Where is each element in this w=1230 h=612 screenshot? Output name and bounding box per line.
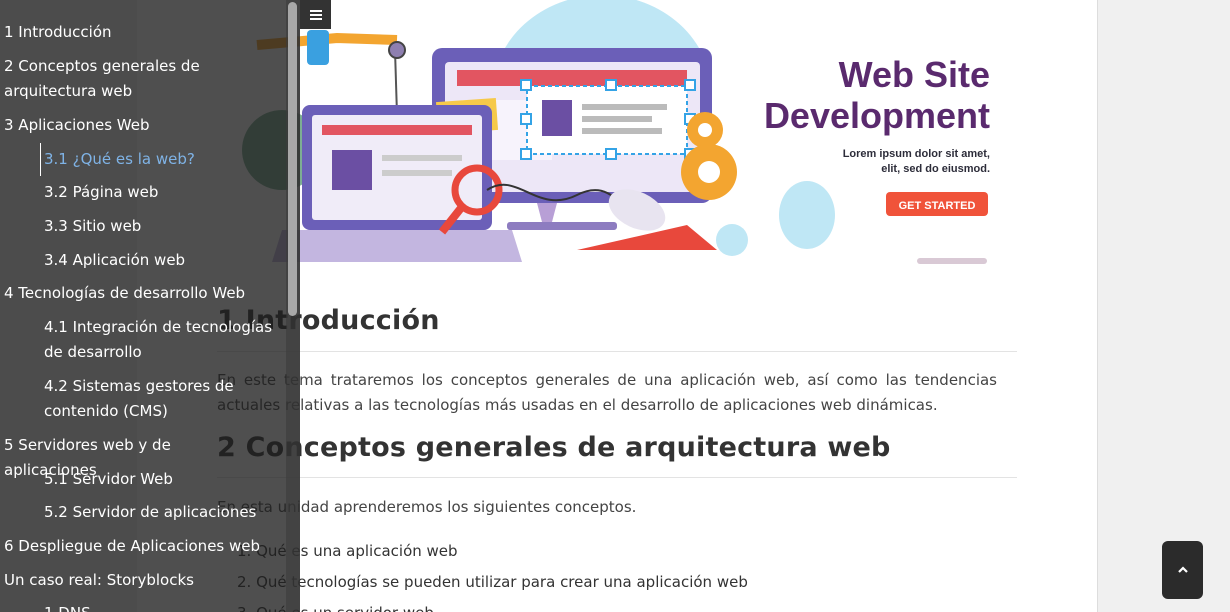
toc-item-servidor-aplicaciones[interactable]: 5.2 Servidor de aplicaciones bbox=[44, 500, 274, 525]
toc-item-tecnologias[interactable]: 4 Tecnologías de desarrollo Web bbox=[4, 281, 264, 306]
toc-item-cms[interactable]: 4.2 Sistemas gestores de contenido (CMS) bbox=[44, 374, 274, 424]
menu-toggle-button[interactable] bbox=[300, 0, 331, 29]
toc-item-introduccion[interactable]: 1 Introducción bbox=[4, 20, 264, 45]
toc-sidebar: 1 Introducción 2 Conceptos generales de … bbox=[0, 0, 300, 612]
toc-item-aplicaciones-web[interactable]: 3 Aplicaciones Web bbox=[4, 113, 264, 138]
toc-item-aplicacion-web[interactable]: 3.4 Aplicación web bbox=[44, 248, 274, 273]
toc-item-pagina-web[interactable]: 3.2 Página web bbox=[44, 180, 274, 205]
menu-icon bbox=[309, 9, 322, 20]
hero-illustration: Web Site Development Lorem ipsum dolor s… bbox=[217, 0, 1017, 265]
heading-conceptos: 2 Conceptos generales de arquitectura we… bbox=[217, 432, 891, 463]
toc-item-dns[interactable]: 1 DNS bbox=[44, 601, 274, 612]
toc-item-que-es-la-web[interactable]: 3.1 ¿Qué es la web? bbox=[44, 147, 274, 172]
back-to-top-button[interactable] bbox=[1162, 541, 1203, 599]
list-item: 3. Qué es un servidor web bbox=[237, 602, 748, 612]
intro-paragraph: En este tema trataremos los conceptos ge… bbox=[217, 371, 997, 414]
toc-item-servidor-web[interactable]: 5.1 Servidor Web bbox=[44, 467, 274, 492]
toc-active-indicator bbox=[40, 143, 41, 176]
heading-divider bbox=[217, 351, 1017, 352]
hero-headline-1: Web Site bbox=[839, 54, 990, 95]
toc-scroll-thumb[interactable] bbox=[288, 2, 297, 316]
hero-sub-2: elit, sed do eiusmod. bbox=[881, 163, 990, 175]
toc-item-sitio-web[interactable]: 3.3 Sitio web bbox=[44, 214, 274, 239]
heading-divider bbox=[217, 477, 1017, 478]
toc-item-conceptos[interactable]: 2 Conceptos generales de arquitectura we… bbox=[4, 54, 264, 104]
list-item: 1. Qué es una aplicación web bbox=[237, 542, 458, 560]
hero-cta-label: GET STARTED bbox=[899, 200, 976, 212]
hero-sub-1: Lorem ipsum dolor sit amet, bbox=[843, 148, 990, 160]
hero-headline-2: Development bbox=[764, 95, 990, 136]
toc-item-integracion[interactable]: 4.1 Integración de tecnologías de desarr… bbox=[44, 315, 274, 365]
toc-item-despliegue[interactable]: 6 Despliegue de Aplicaciones web bbox=[4, 534, 264, 559]
concepts-paragraph: En esta unidad aprenderemos los siguient… bbox=[217, 498, 637, 516]
chevron-up-icon bbox=[1177, 566, 1188, 573]
concepts-list: 1. Qué es una aplicación web 2. Qué tecn… bbox=[237, 540, 748, 612]
toc-item-storyblocks[interactable]: Un caso real: Storyblocks bbox=[4, 568, 264, 593]
web-development-illustration: Web Site Development Lorem ipsum dolor s… bbox=[242, 0, 990, 264]
list-item: 2. Qué tecnologías se pueden utilizar pa… bbox=[237, 573, 748, 591]
